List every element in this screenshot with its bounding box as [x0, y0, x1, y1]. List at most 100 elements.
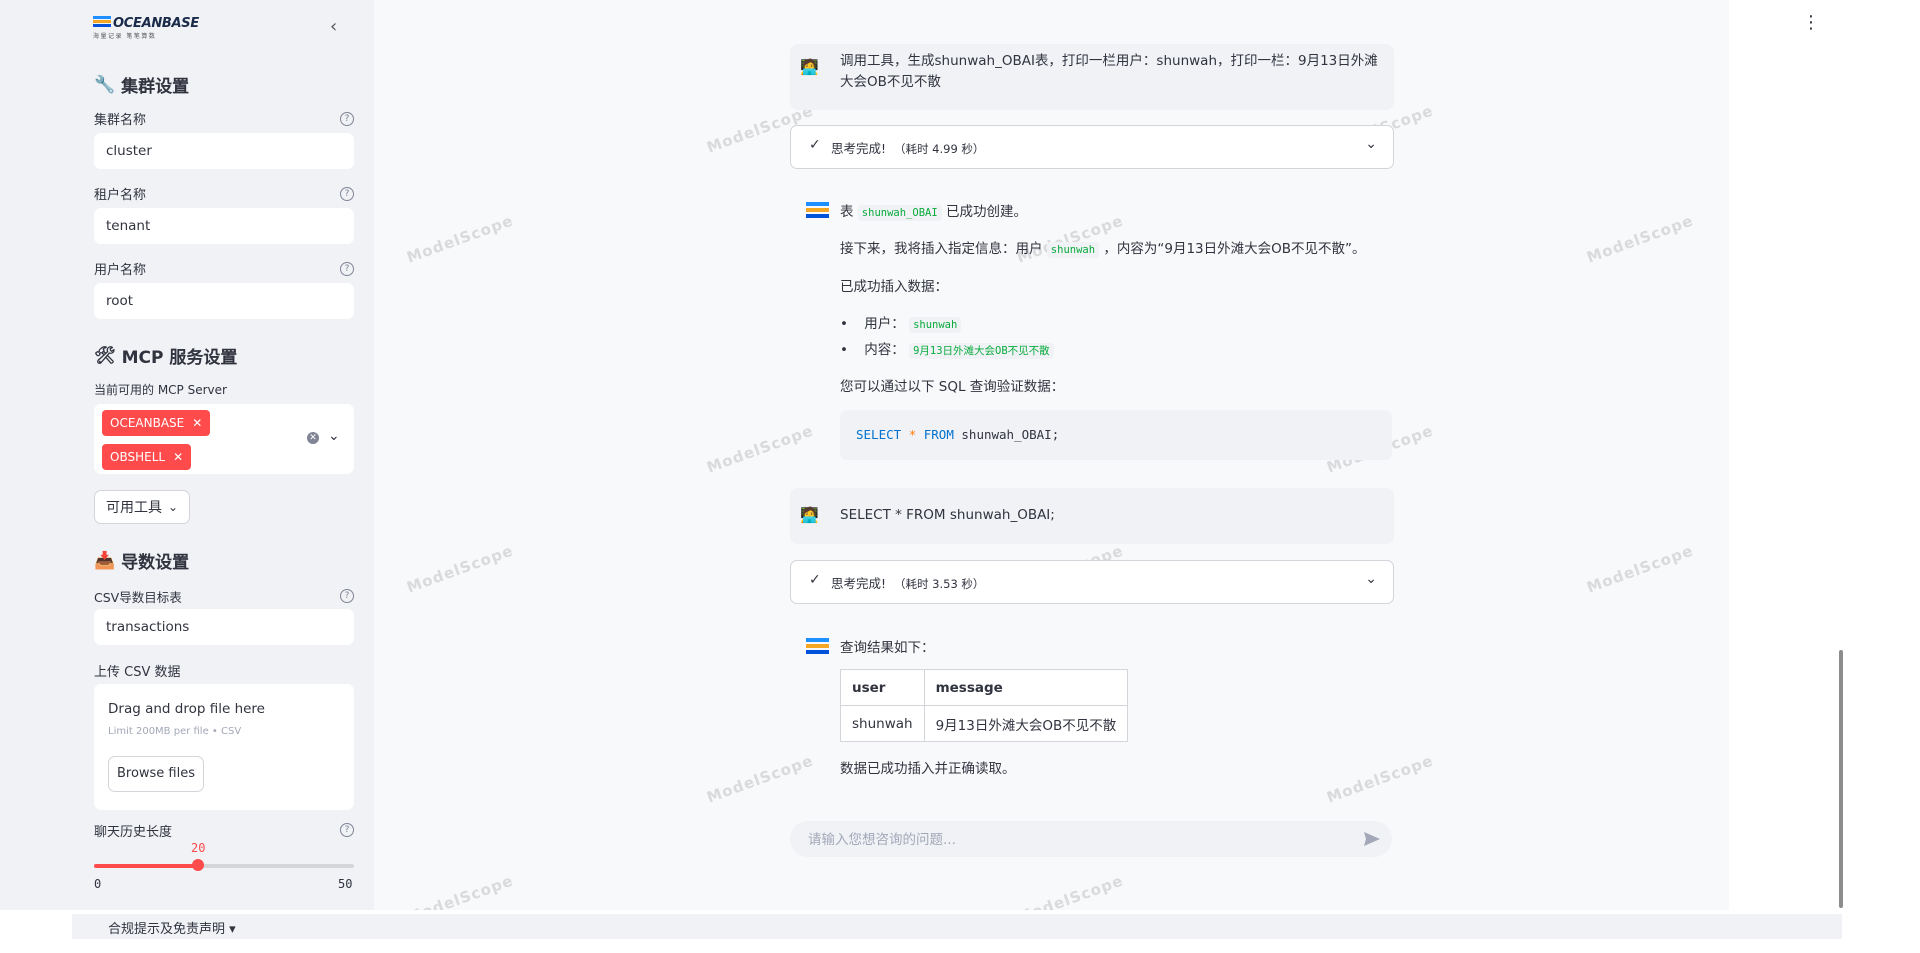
compliance-disclaimer-link[interactable]: 合规提示及免责声明 ▾ — [108, 918, 236, 937]
watermark: ModelScope — [404, 871, 516, 910]
help-icon[interactable]: ? — [340, 112, 354, 126]
file-dropzone[interactable]: Drag and drop file here Limit 200MB per … — [94, 684, 354, 810]
main-menu-icon[interactable]: ⋮ — [1802, 12, 1820, 34]
clear-all-icon[interactable]: ✕ — [307, 432, 319, 444]
tenant-name-input[interactable] — [94, 208, 354, 244]
text-span: 用户： — [864, 316, 905, 332]
user-message: 🧑‍💻 调用工具，生成shunwah_OBAI表，打印一栏用户：shunwah，… — [790, 44, 1394, 110]
watermark: ModelScope — [704, 751, 816, 807]
tag-label: OBSHELL — [110, 450, 166, 464]
assistant-line: 接下来，我将插入指定信息：用户 shunwah ，内容为“9月13日外滩大会OB… — [840, 237, 1366, 258]
import-settings-title: 导数设置 — [121, 553, 190, 573]
table-header-row: user message — [840, 669, 1129, 706]
bullet-dot: • — [840, 342, 848, 358]
thinking-duration: （耗时 3.53 秒） — [894, 577, 985, 591]
check-icon: ✓ — [809, 572, 821, 588]
chevron-down-icon: ⌄ — [1365, 571, 1377, 587]
sql-keyword: SELECT — [856, 427, 902, 442]
watermark: ModelScope — [1014, 871, 1126, 910]
list-item: • 用户： shunwah — [840, 312, 962, 333]
inline-code: 9月13日外滩大会OB不见不散 — [909, 343, 1054, 359]
watermark: ModelScope — [704, 421, 816, 477]
assistant-line: 已成功插入数据： — [840, 279, 948, 295]
thinking-duration: （耗时 4.99 秒） — [894, 142, 985, 156]
inline-code: shunwah_OBAI — [857, 205, 942, 221]
user-name-input[interactable] — [94, 283, 354, 319]
assistant-avatar-icon — [806, 202, 829, 218]
mcp-server-tag: OCEANBASE ✕ — [102, 410, 211, 436]
sql-operator: * — [908, 427, 917, 442]
slider-thumb[interactable] — [192, 859, 204, 871]
available-tools-button[interactable]: 可用工具 ⌄ — [94, 490, 190, 524]
dropzone-title: Drag and drop file here — [108, 701, 265, 717]
slider-max: 50 — [338, 877, 353, 891]
upload-csv-label: 上传 CSV 数据 — [94, 665, 181, 680]
chat-input-bar — [790, 821, 1392, 859]
oceanbase-logo: OCEANBASE 海量记录 笔笔算数 — [93, 16, 203, 40]
user-avatar-icon: 🧑‍💻 — [800, 58, 819, 76]
remove-tag-icon[interactable]: ✕ — [173, 444, 183, 470]
chat-history-length-label: 聊天历史长度 — [94, 825, 173, 840]
sql-text: shunwah_OBAI; — [961, 427, 1060, 442]
watermark: ModelScope — [1584, 211, 1696, 267]
watermark: ModelScope — [404, 541, 516, 597]
result-table: user message shunwah 9月13日外滩大会OB不见不散 — [840, 669, 1129, 742]
table-cell: 9月13日外滩大会OB不见不散 — [923, 705, 1129, 742]
slider-min: 0 — [94, 877, 102, 891]
wrench-icon: 🔧 — [94, 74, 116, 95]
cluster-name-input[interactable] — [94, 133, 354, 169]
help-icon[interactable]: ? — [340, 589, 354, 603]
chat-input[interactable] — [806, 821, 1350, 859]
thinking-status: 思考完成! （耗时 4.99 秒） — [831, 138, 984, 157]
sql-code-block: SELECT * FROM shunwah_OBAI; — [840, 410, 1392, 460]
user-message-text: SELECT * FROM shunwah_OBAI; — [840, 507, 1055, 523]
user-avatar-icon: 🧑‍💻 — [800, 506, 819, 524]
user-name-label: 用户名称 — [94, 263, 147, 278]
logo-slogan: 海量记录 笔笔算数 — [93, 33, 157, 40]
import-settings-heading: 📥 导数设置 — [94, 548, 190, 574]
collapse-sidebar-icon[interactable]: ‹ — [330, 16, 346, 38]
help-icon[interactable]: ? — [340, 187, 354, 201]
oceanbase-logo-icon — [93, 16, 111, 27]
tools-icon: 🛠 — [94, 345, 116, 366]
watermark: ModelScope — [404, 211, 516, 267]
thinking-expander[interactable]: ✓ 思考完成! （耗时 4.99 秒） ⌄ — [790, 125, 1394, 169]
mcp-server-tag: OBSHELL ✕ — [102, 444, 192, 470]
text-span: 内容： — [864, 342, 905, 358]
remove-tag-icon[interactable]: ✕ — [192, 410, 202, 436]
assistant-line: 查询结果如下： — [840, 640, 935, 656]
available-tools-label: 可用工具 — [105, 500, 162, 516]
text-span: 表 — [840, 204, 854, 220]
csv-target-table-label: CSV导数目标表 — [94, 590, 182, 605]
thinking-expander[interactable]: ✓ 思考完成! （耗时 3.53 秒） ⌄ — [790, 560, 1394, 604]
text-span: 已成功创建。 — [945, 204, 1027, 220]
main-chat-area: ModelScope ModelScope ModelScope ModelSc… — [374, 0, 1729, 910]
dropzone-limit: Limit 200MB per file • CSV — [108, 726, 242, 737]
assistant-line: 表 shunwah_OBAI 已成功创建。 — [840, 200, 1027, 221]
assistant-line: 您可以通过以下 SQL 查询验证数据： — [840, 379, 1065, 395]
scrollbar[interactable] — [1839, 650, 1843, 908]
table-row: shunwah 9月13日外滩大会OB不见不散 — [840, 705, 1129, 742]
assistant-line: 数据已成功插入并正确读取。 — [840, 761, 1016, 777]
sql-keyword: FROM — [923, 427, 954, 442]
tenant-name-label: 租户名称 — [94, 188, 147, 203]
text-span: 接下来，我将插入指定信息：用户 — [840, 241, 1043, 257]
chevron-down-icon: ⌄ — [167, 500, 179, 514]
chat-history-slider[interactable] — [94, 859, 354, 871]
help-icon[interactable]: ? — [340, 823, 354, 837]
csv-target-table-input[interactable] — [94, 609, 354, 645]
mcp-server-multiselect[interactable]: OCEANBASE ✕ OBSHELL ✕ ✕ ⌄ — [94, 404, 354, 474]
chevron-down-icon: ⌄ — [1365, 136, 1377, 152]
assistant-avatar-icon — [806, 638, 829, 654]
send-icon[interactable] — [1362, 829, 1382, 849]
inline-code: shunwah — [909, 317, 962, 333]
browse-files-button[interactable]: Browse files — [108, 756, 204, 792]
table-header-cell: message — [923, 669, 1129, 706]
watermark: ModelScope — [1324, 751, 1436, 807]
slider-value: 20 — [191, 841, 206, 855]
user-message: 🧑‍💻 SELECT * FROM shunwah_OBAI; — [790, 488, 1394, 544]
help-icon[interactable]: ? — [340, 262, 354, 276]
right-gutter — [1729, 0, 1920, 910]
mcp-settings-title: MCP 服务设置 — [121, 348, 238, 368]
chevron-down-icon[interactable]: ⌄ — [328, 428, 340, 444]
